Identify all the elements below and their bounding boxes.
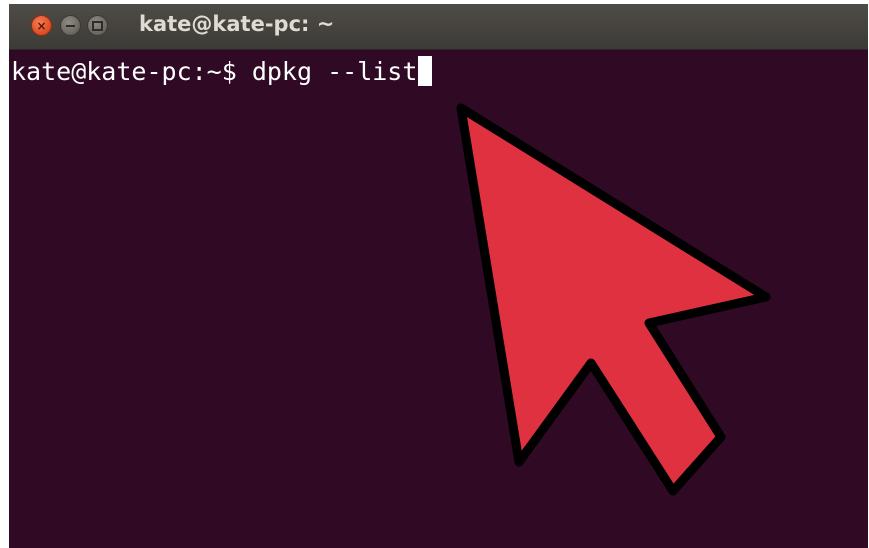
minimize-icon xyxy=(66,24,75,27)
pointer-arrow-icon xyxy=(456,103,771,496)
terminal-area[interactable]: kate@kate-pc:~$ dpkg --list xyxy=(9,50,868,548)
window-title: kate@kate-pc: ~ xyxy=(139,12,335,36)
minimize-button[interactable] xyxy=(60,15,81,36)
maximize-button[interactable] xyxy=(87,15,108,36)
title-bar[interactable]: × kate@kate-pc: ~ xyxy=(9,4,868,50)
maximize-icon xyxy=(92,20,103,31)
pointer-arrow-shape xyxy=(456,103,771,496)
close-icon: × xyxy=(36,18,47,33)
close-button[interactable]: × xyxy=(31,15,52,36)
terminal-window: × kate@kate-pc: ~ kate@kate-pc:~$ dpkg -… xyxy=(9,4,868,548)
